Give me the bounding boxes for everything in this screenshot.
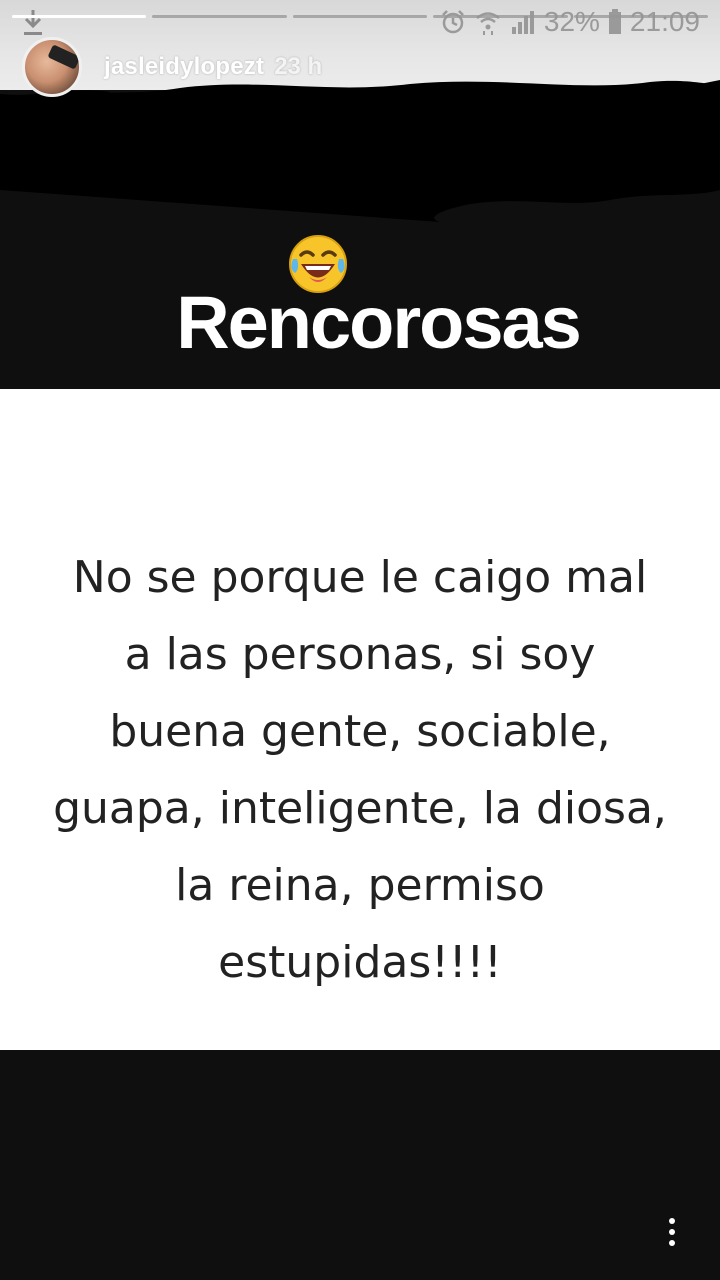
progress-segment — [433, 15, 568, 18]
more-dot — [669, 1218, 675, 1224]
username[interactable]: jasleidylopezt — [104, 53, 264, 81]
post-timestamp: 23 h — [274, 53, 323, 80]
more-dot — [669, 1240, 675, 1246]
status-indicators: 32% 21:09 — [440, 6, 700, 38]
story-progress-bar — [12, 15, 709, 19]
progress-segment — [12, 15, 147, 18]
more-vertical-icon[interactable] — [652, 1210, 692, 1254]
progress-segment — [152, 15, 287, 18]
battery-icon — [608, 9, 622, 35]
story-viewer[interactable]: 32% 21:09 jasleidylopezt 23 h Rencorosas — [0, 0, 720, 1280]
battery-percentage: 32% — [543, 6, 600, 37]
clock-time: 21:09 — [629, 6, 700, 37]
more-dot — [669, 1229, 675, 1235]
wifi-icon — [474, 9, 502, 35]
progress-segment — [573, 15, 709, 18]
progress-fill — [12, 15, 147, 18]
quote-text: No se porque le caigo mal a las personas… — [53, 552, 667, 988]
shared-image-card: No se porque le caigo mal a las personas… — [0, 389, 720, 1050]
story-heading: Rencorosas — [176, 281, 582, 364]
story-header[interactable]: jasleidylopezt 23 h — [22, 36, 322, 98]
signal-icon — [510, 9, 536, 35]
alarm-icon — [440, 9, 466, 35]
progress-segment — [292, 15, 428, 18]
avatar[interactable] — [22, 37, 82, 97]
download-icon — [24, 10, 42, 35]
